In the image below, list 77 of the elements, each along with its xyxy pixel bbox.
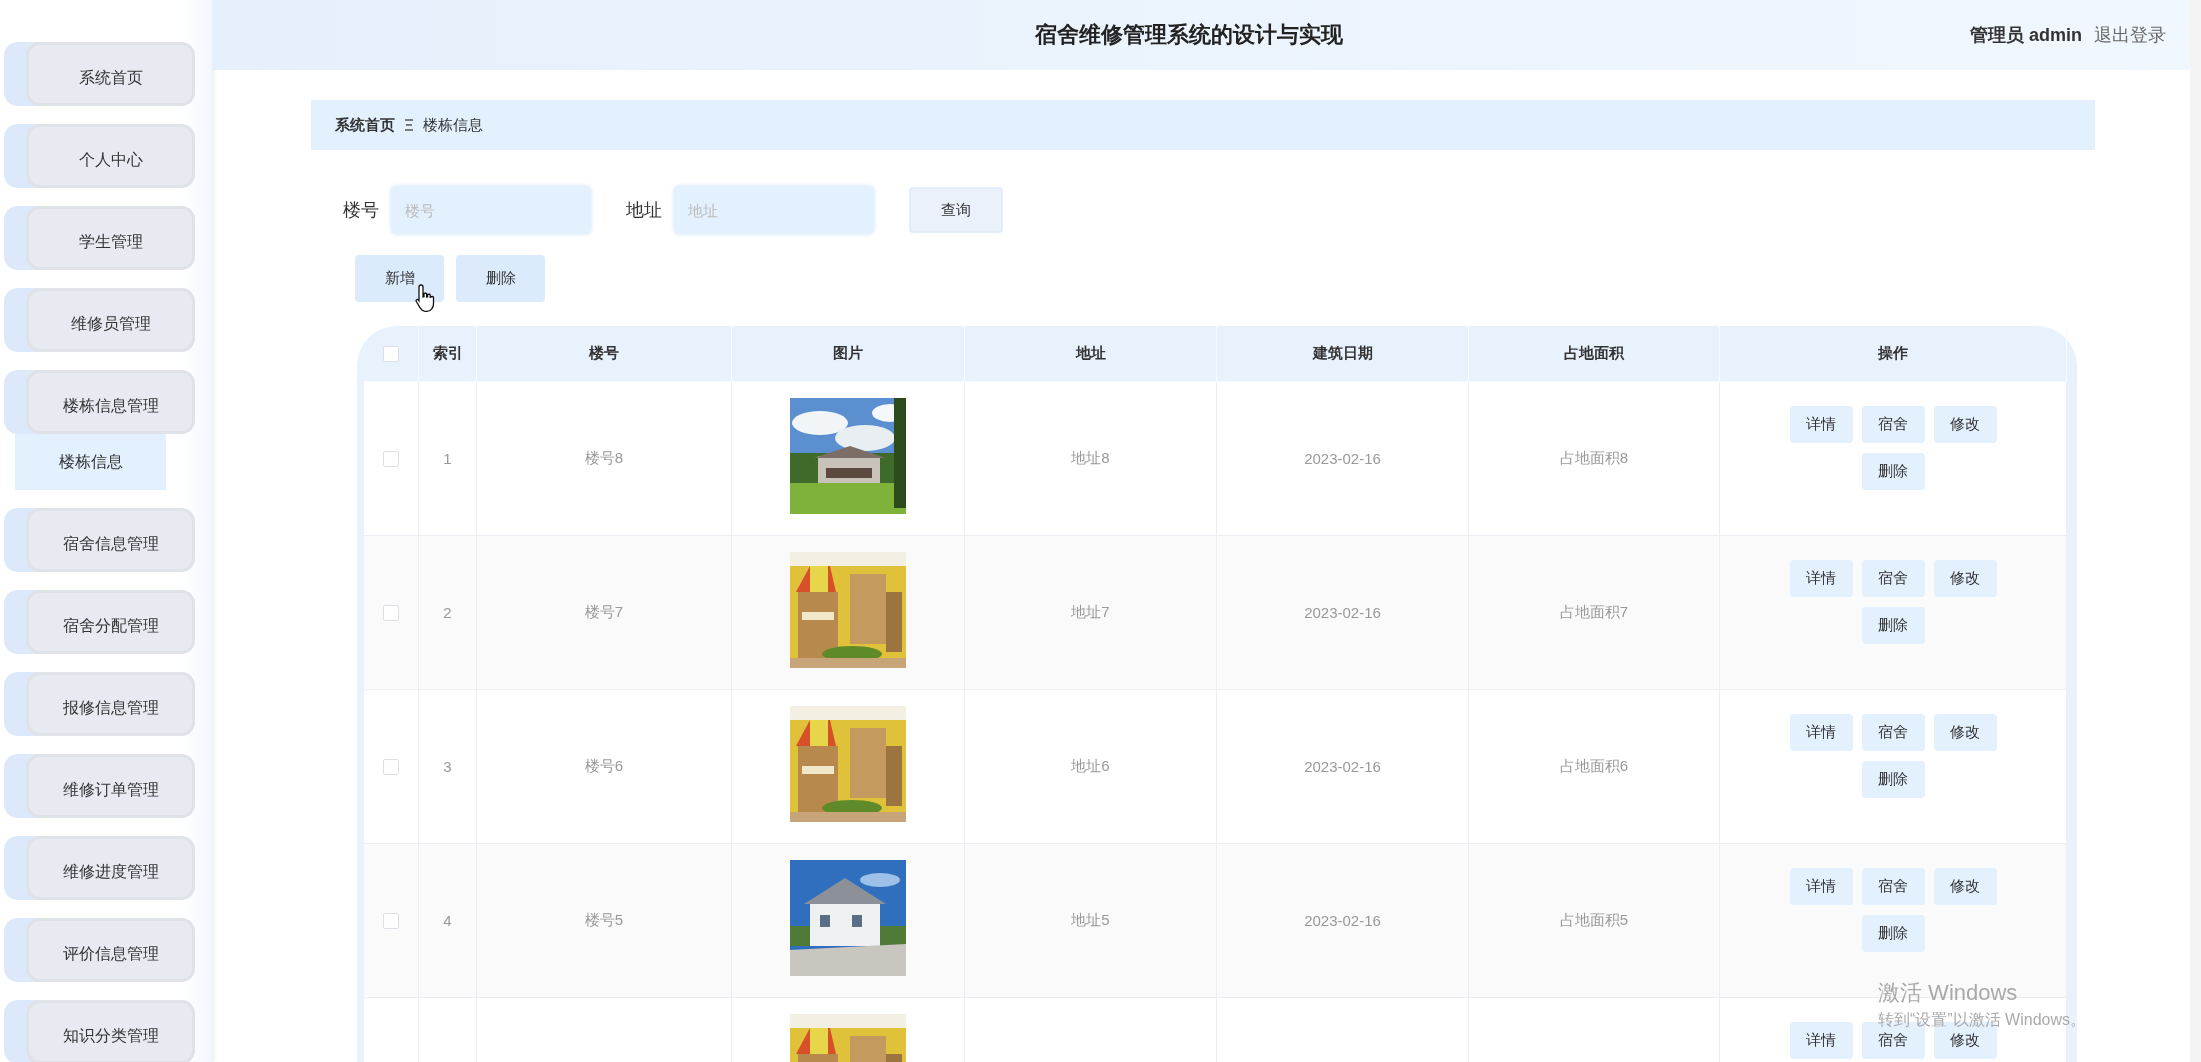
column-header: 占地面积 [1564,344,1624,363]
action-button[interactable]: 详情 [1789,1022,1853,1059]
column-header: 楼号 [589,344,619,363]
checkbox[interactable] [383,912,399,929]
checkbox[interactable] [383,604,399,621]
table-cell: 楼号7 [584,603,624,622]
table-cell: 3 [443,758,452,775]
sidebar-item[interactable]: 维修员管理 [4,288,195,352]
action-button[interactable]: 宿舍 [1861,868,1925,905]
user-label: 管理员 admin [1970,24,2082,47]
table-cell: 地址6 [1071,757,1110,776]
separator-icon [405,119,413,131]
table-cell: 楼号6 [584,757,624,776]
action-button[interactable]: 修改 [1933,560,1997,597]
table-cell: 地址7 [1071,603,1110,622]
sidebar-item[interactable]: 学生管理 [4,206,195,270]
search-button[interactable]: 查询 [909,187,1003,233]
column-header: 建筑日期 [1312,344,1373,363]
table-cell: 占地面积8 [1559,449,1629,468]
action-button[interactable]: 修改 [1933,406,1997,443]
table-cell: 地址8 [1071,449,1110,468]
table-cell: 地址5 [1071,911,1110,930]
action-button[interactable]: 详情 [1789,714,1853,751]
sidebar-item[interactable]: 个人中心 [4,124,195,188]
table-cell: 占地面积7 [1559,603,1629,622]
table-cell: 楼号5 [584,911,624,930]
breadcrumb-current: 楼栋信息 [423,115,483,135]
action-button[interactable]: 宿舍 [1861,714,1925,751]
table-cell: 2023-02-16 [1304,758,1381,775]
sidebar-item[interactable]: 宿舍信息管理 [4,508,195,572]
sidebar-item[interactable]: 系统首页 [4,42,195,106]
action-button[interactable]: 删除 [1861,607,1925,644]
activation-title: 激活 Windows [1878,979,2019,1007]
table-cell: 2023-02-16 [1304,604,1381,621]
action-button[interactable]: 详情 [1789,406,1853,443]
page-title: 宿舍维修管理系统的设计与实现 [1035,21,1343,49]
column-header: 索引 [432,344,463,363]
sidebar-item[interactable]: 维修进度管理 [4,836,195,900]
action-button[interactable]: 宿舍 [1861,560,1925,597]
sidebar-item[interactable]: 宿舍分配管理 [4,590,195,654]
search-field[interactable]: 楼号 [391,186,591,234]
breadcrumb-link[interactable]: 系统首页 [335,115,395,135]
action-button[interactable]: 详情 [1789,560,1853,597]
column-header: 图片 [833,344,863,363]
action-button[interactable]: 修改 [1933,714,1997,751]
sidebar-item[interactable]: 报修信息管理 [4,672,195,736]
checkbox[interactable] [383,450,399,467]
table-cell: 占地面积6 [1559,757,1629,776]
action-button[interactable]: 删除 [1861,453,1925,490]
table-cell: 2 [443,604,452,621]
sidebar-subitem[interactable]: 楼栋信息 [15,434,166,490]
pointer-cursor-icon [415,283,437,313]
sidebar-item[interactable]: 楼栋信息管理 [4,370,195,434]
toolbar-button[interactable]: 新增 [355,255,444,302]
action-button[interactable]: 删除 [1861,915,1925,952]
logout-link[interactable]: 退出登录 [2094,23,2166,47]
sidebar-item[interactable]: 评价信息管理 [4,918,195,982]
table-cell: 4 [443,912,452,929]
table-cell: 占地面积5 [1559,911,1629,930]
field-label: 楼号 [343,199,379,222]
checkbox[interactable] [383,345,399,362]
toolbar-button[interactable]: 删除 [456,255,545,302]
action-button[interactable]: 删除 [1861,761,1925,798]
table-cell: 1 [443,450,452,467]
field-label: 地址 [626,199,662,222]
sidebar-item[interactable]: 知识分类管理 [4,1000,195,1062]
sidebar-item[interactable]: 维修订单管理 [4,754,195,818]
column-header: 操作 [1878,344,1908,363]
search-field[interactable]: 地址 [674,186,874,234]
table-cell: 2023-02-16 [1304,912,1381,929]
checkbox[interactable] [383,758,399,775]
action-button[interactable]: 宿舍 [1861,406,1925,443]
column-header: 地址 [1075,344,1106,363]
table-cell: 2023-02-16 [1304,450,1381,467]
action-button[interactable]: 修改 [1933,868,1997,905]
table-cell: 楼号8 [584,449,624,468]
action-button[interactable]: 详情 [1789,868,1853,905]
